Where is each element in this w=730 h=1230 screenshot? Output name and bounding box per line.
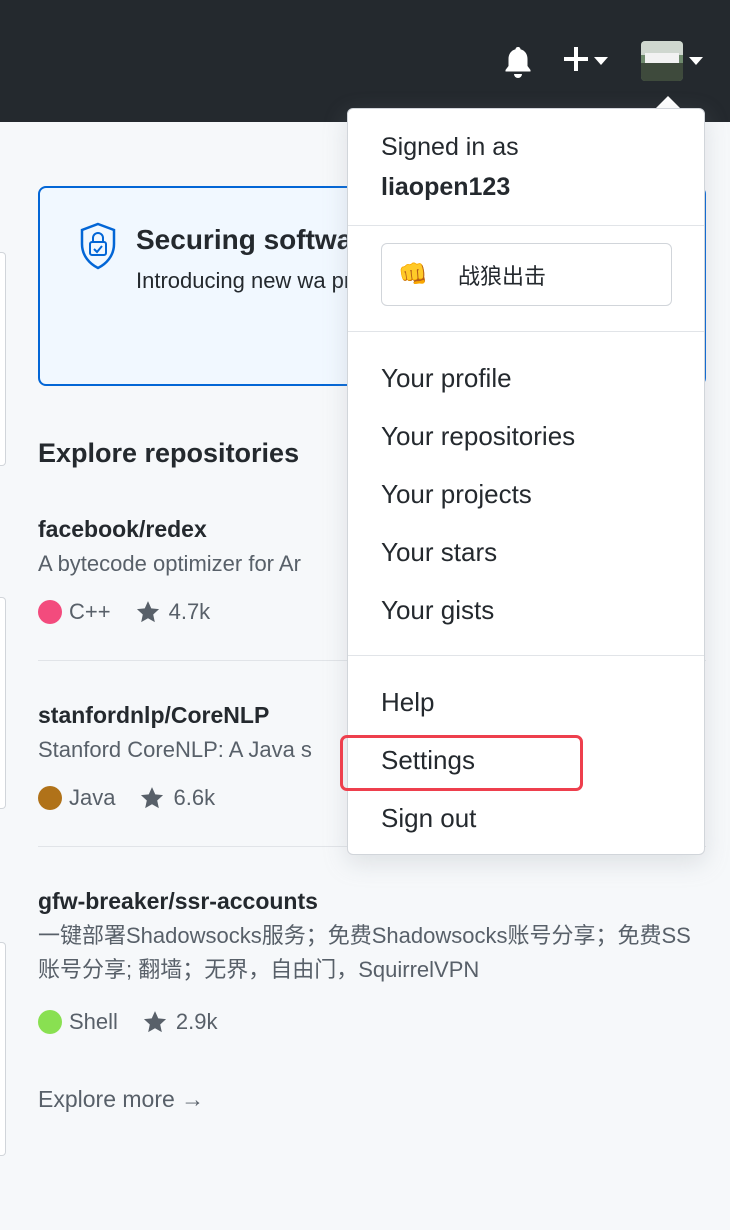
- menu-item-your-gists[interactable]: Your gists: [381, 595, 494, 626]
- top-header: [0, 0, 730, 122]
- banner-title: Securing softwa: [136, 224, 353, 255]
- repo-language: Shell: [69, 1009, 118, 1034]
- star-icon: [141, 787, 164, 809]
- chevron-down-icon: [689, 57, 703, 65]
- chevron-down-icon: [594, 57, 608, 65]
- fist-icon: 👊: [398, 261, 428, 288]
- menu-item-sign-out[interactable]: Sign out: [381, 803, 476, 834]
- create-new-button[interactable]: [562, 44, 614, 78]
- menu-item-your-profile[interactable]: Your profile: [381, 363, 512, 394]
- repo-card: gfw-breaker/ssr-accounts 一键部署Shadowsocks…: [38, 888, 706, 1035]
- shield-icon: [78, 222, 118, 270]
- repo-stars[interactable]: 4.7k: [169, 599, 211, 625]
- repo-language: C++: [69, 599, 111, 624]
- menu-item-your-stars[interactable]: Your stars: [381, 537, 497, 568]
- bell-icon[interactable]: [500, 43, 536, 79]
- repo-language: Java: [69, 785, 116, 810]
- star-icon: [136, 601, 159, 623]
- explore-more-link[interactable]: Explore more →: [38, 1086, 204, 1113]
- side-card-edge: [0, 597, 6, 809]
- language-color-dot: [38, 1010, 62, 1034]
- repo-description: 一键部署Shadowsocks服务；免费Shadowsocks账号分享；免费SS…: [38, 923, 691, 982]
- repo-name-link[interactable]: gfw-breaker/ssr-accounts: [38, 888, 706, 915]
- menu-item-your-repositories[interactable]: Your repositories: [381, 421, 575, 452]
- set-status-button[interactable]: 👊 战狼出击: [381, 243, 672, 306]
- status-text: 战狼出击: [458, 263, 547, 289]
- explore-title: Explore repositories: [38, 438, 300, 468]
- settings-highlight-box: [340, 735, 583, 791]
- language-color-dot: [38, 600, 62, 624]
- divider: [348, 225, 704, 226]
- username: liaopen123: [381, 173, 511, 201]
- repo-stars[interactable]: 2.9k: [176, 1009, 218, 1035]
- menu-item-your-projects[interactable]: Your projects: [381, 479, 532, 510]
- signed-in-label: Signed in as: [381, 133, 519, 161]
- language-color-dot: [38, 786, 62, 810]
- avatar: [641, 41, 683, 81]
- star-icon: [143, 1011, 166, 1033]
- side-card-edge: [0, 252, 6, 466]
- repo-stars[interactable]: 6.6k: [173, 785, 215, 811]
- side-card-edge: [0, 942, 6, 1156]
- user-menu-button[interactable]: [641, 40, 711, 82]
- menu-item-help[interactable]: Help: [381, 687, 434, 718]
- plus-icon: [562, 45, 590, 78]
- divider: [348, 655, 704, 656]
- divider: [348, 331, 704, 332]
